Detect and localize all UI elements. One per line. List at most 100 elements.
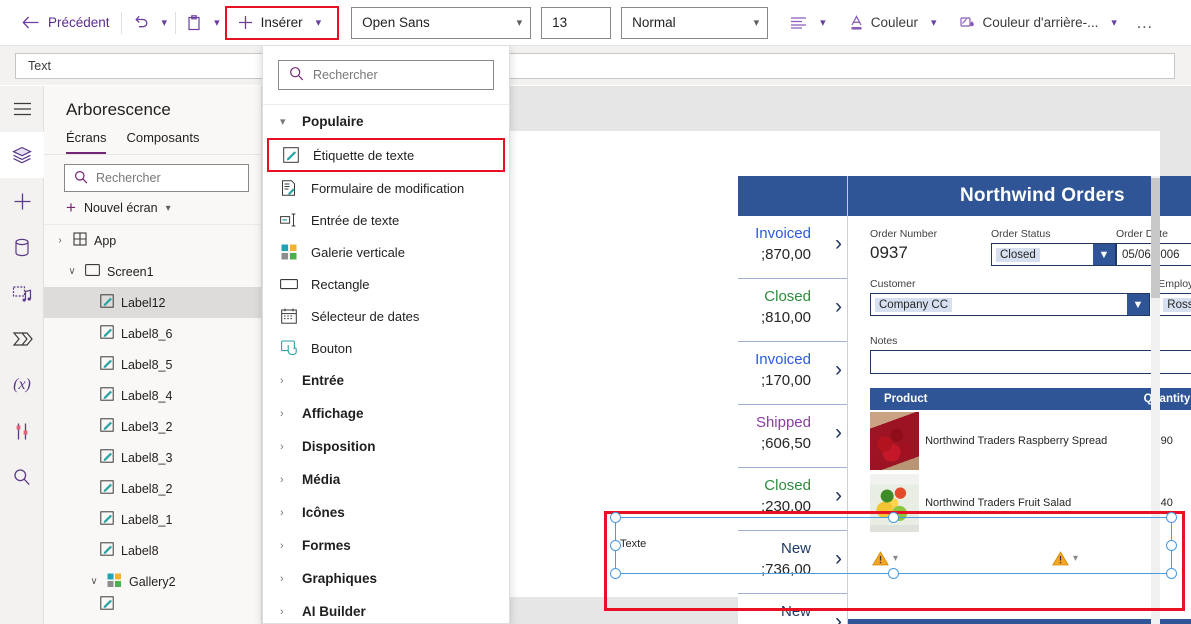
chevron-right-icon[interactable]: › bbox=[835, 232, 842, 256]
insert-group-graphiques[interactable]: › Graphiques bbox=[263, 562, 509, 595]
gallery-row[interactable]: Shipped ;606,50 › bbox=[738, 405, 847, 468]
insert-item-rectangle[interactable]: Rectangle bbox=[263, 268, 509, 300]
paste-chevron-down-icon[interactable]: ▾ bbox=[209, 16, 225, 29]
more-options-button[interactable]: … bbox=[1128, 7, 1161, 39]
resize-handle-bottom-center[interactable] bbox=[888, 568, 899, 579]
chevron-down-icon[interactable]: ▾ bbox=[166, 203, 171, 214]
align-button[interactable] bbox=[782, 7, 815, 39]
insert-item-label: Bouton bbox=[311, 340, 353, 356]
insert-item-date-picker[interactable]: Sélecteur de dates bbox=[263, 300, 509, 332]
chevron-down-icon[interactable]: ∨ bbox=[88, 576, 100, 587]
resize-handle-middle-right[interactable] bbox=[1166, 540, 1177, 551]
tree-item-label8_1[interactable]: Label8_1 bbox=[44, 504, 261, 535]
ellipsis-icon: … bbox=[1135, 12, 1153, 32]
gallery-row[interactable]: New ;800,00 › bbox=[738, 594, 847, 624]
tree-item-label12[interactable]: Label12 bbox=[44, 287, 261, 318]
insert-search-input[interactable]: Rechercher bbox=[278, 60, 494, 90]
back-button[interactable]: Précédent bbox=[14, 7, 118, 39]
insert-group-disposition[interactable]: › Disposition bbox=[263, 430, 509, 463]
chevron-down-icon: ▾ bbox=[516, 17, 523, 29]
new-screen-label: Nouvel écran bbox=[83, 201, 158, 215]
text-color-button[interactable]: Couleur bbox=[841, 7, 926, 39]
chevron-right-icon[interactable]: › bbox=[54, 235, 66, 246]
tree-item-label8_5[interactable]: Label8_5 bbox=[44, 349, 261, 380]
tree-item-label8_3[interactable]: Label8_3 bbox=[44, 442, 261, 473]
chevron-right-icon[interactable]: › bbox=[835, 358, 842, 382]
chevron-down-icon[interactable]: ▾ bbox=[893, 553, 898, 564]
insert-group-ai-builder[interactable]: › AI Builder bbox=[263, 595, 509, 623]
tools-icon[interactable] bbox=[0, 408, 44, 454]
resize-handle-bottom-right[interactable] bbox=[1166, 568, 1177, 579]
chevron-right-icon[interactable]: › bbox=[835, 484, 842, 508]
plus-icon[interactable] bbox=[0, 178, 44, 224]
search-icon[interactable] bbox=[0, 454, 44, 500]
new-screen-button[interactable]: + Nouvel écran ▾ bbox=[44, 192, 261, 225]
insert-item-button[interactable]: Bouton bbox=[263, 332, 509, 364]
chevron-down-icon[interactable]: ∨ bbox=[66, 266, 78, 277]
tree-item-gallery2[interactable]: ∨ Gallery2 bbox=[44, 566, 261, 597]
gallery-row[interactable]: Invoiced ;870,00 › bbox=[738, 216, 847, 279]
undo-button[interactable] bbox=[125, 7, 157, 39]
tab-ecrans[interactable]: Écrans bbox=[66, 130, 107, 154]
tree-search-input[interactable]: Rechercher bbox=[64, 164, 249, 192]
warning-indicator[interactable]: ▾ bbox=[1052, 551, 1078, 566]
chevron-right-icon[interactable]: › bbox=[835, 421, 842, 445]
chevron-right-icon: › bbox=[280, 506, 284, 519]
customer-dropdown[interactable]: Company CC ▼ bbox=[870, 293, 1150, 316]
hamburger-icon[interactable] bbox=[0, 86, 44, 132]
align-left-icon bbox=[790, 16, 807, 29]
insert-item-text-input[interactable]: Entrée de texte bbox=[263, 204, 509, 236]
table-row[interactable]: Northwind Traders Raspberry Spread 90 € … bbox=[870, 410, 1191, 472]
media-icon[interactable] bbox=[0, 270, 44, 316]
color-chevron-down-icon[interactable]: ▾ bbox=[926, 16, 942, 29]
text-style-select[interactable]: Normal ▾ bbox=[621, 6, 769, 39]
tree-item-label8_4[interactable]: Label8_4 bbox=[44, 380, 261, 411]
resize-handle-top-right[interactable] bbox=[1166, 512, 1177, 523]
insert-group-populaire[interactable]: ▾ Populaire bbox=[263, 105, 509, 138]
insert-button[interactable]: Insérer ▾ bbox=[224, 5, 340, 40]
chevron-down-icon[interactable]: ▾ bbox=[1073, 553, 1078, 564]
bg-chevron-down-icon[interactable]: ▾ bbox=[1106, 16, 1122, 29]
chevron-down-icon[interactable]: ▼ bbox=[1093, 244, 1115, 265]
gallery-row[interactable]: Invoiced ;170,00 › bbox=[738, 342, 847, 405]
align-chevron-down-icon[interactable]: ▾ bbox=[815, 16, 831, 29]
tree-item-label8_2[interactable]: Label8_2 bbox=[44, 473, 261, 504]
gallery-row[interactable]: Closed ;810,00 › bbox=[738, 279, 847, 342]
label-icon bbox=[100, 511, 114, 528]
font-size-input[interactable]: 13 bbox=[541, 6, 612, 39]
insert-group-formes[interactable]: › Formes bbox=[263, 529, 509, 562]
employee-dropdown[interactable]: Rossi ▼ bbox=[1158, 293, 1191, 316]
variables-icon[interactable]: (x) bbox=[0, 362, 44, 408]
tree-item-screen1[interactable]: ∨ Screen1 bbox=[44, 256, 261, 287]
warning-indicator[interactable]: ▾ bbox=[872, 551, 898, 566]
chevron-right-icon[interactable]: › bbox=[835, 610, 842, 624]
formula-input[interactable]: Text bbox=[15, 53, 1175, 79]
insert-item-vertical-gallery[interactable]: Galerie verticale bbox=[263, 236, 509, 268]
font-family-select[interactable]: Open Sans ▾ bbox=[351, 6, 532, 39]
tree-item-label8[interactable]: Label8 bbox=[44, 535, 261, 566]
paste-button[interactable] bbox=[179, 7, 209, 39]
insert-group-affichage[interactable]: › Affichage bbox=[263, 397, 509, 430]
insert-item-text-label[interactable]: Étiquette de texte bbox=[267, 138, 505, 172]
insert-group-icones[interactable]: › Icônes bbox=[263, 496, 509, 529]
layers-icon[interactable] bbox=[0, 132, 44, 178]
tab-composants[interactable]: Composants bbox=[126, 130, 199, 154]
resize-handle-bottom-left[interactable] bbox=[610, 568, 621, 579]
data-icon[interactable] bbox=[0, 224, 44, 270]
insert-group-media[interactable]: › Média bbox=[263, 463, 509, 496]
notes-input[interactable] bbox=[870, 350, 1191, 374]
flow-icon[interactable] bbox=[0, 316, 44, 362]
tree-item-label3_2[interactable]: Label3_2 bbox=[44, 411, 261, 442]
background-color-button[interactable]: Couleur d'arrière-... bbox=[950, 7, 1107, 39]
insert-group-entree[interactable]: › Entrée bbox=[263, 364, 509, 397]
order-status-dropdown[interactable]: Closed ▼ bbox=[991, 243, 1116, 266]
tree-item-label8_6[interactable]: Label8_6 bbox=[44, 318, 261, 349]
undo-chevron-down-icon[interactable]: ▾ bbox=[157, 16, 173, 29]
insert-item-edit-form[interactable]: Formulaire de modification bbox=[263, 172, 509, 204]
chevron-right-icon[interactable]: › bbox=[835, 295, 842, 319]
tree-item-partial[interactable] bbox=[44, 595, 261, 611]
chevron-down-icon[interactable]: ▼ bbox=[1127, 294, 1149, 315]
tree-item-app[interactable]: › App bbox=[44, 225, 261, 256]
resize-handle-top-left[interactable] bbox=[610, 512, 621, 523]
resize-handle-top-center[interactable] bbox=[888, 512, 899, 523]
